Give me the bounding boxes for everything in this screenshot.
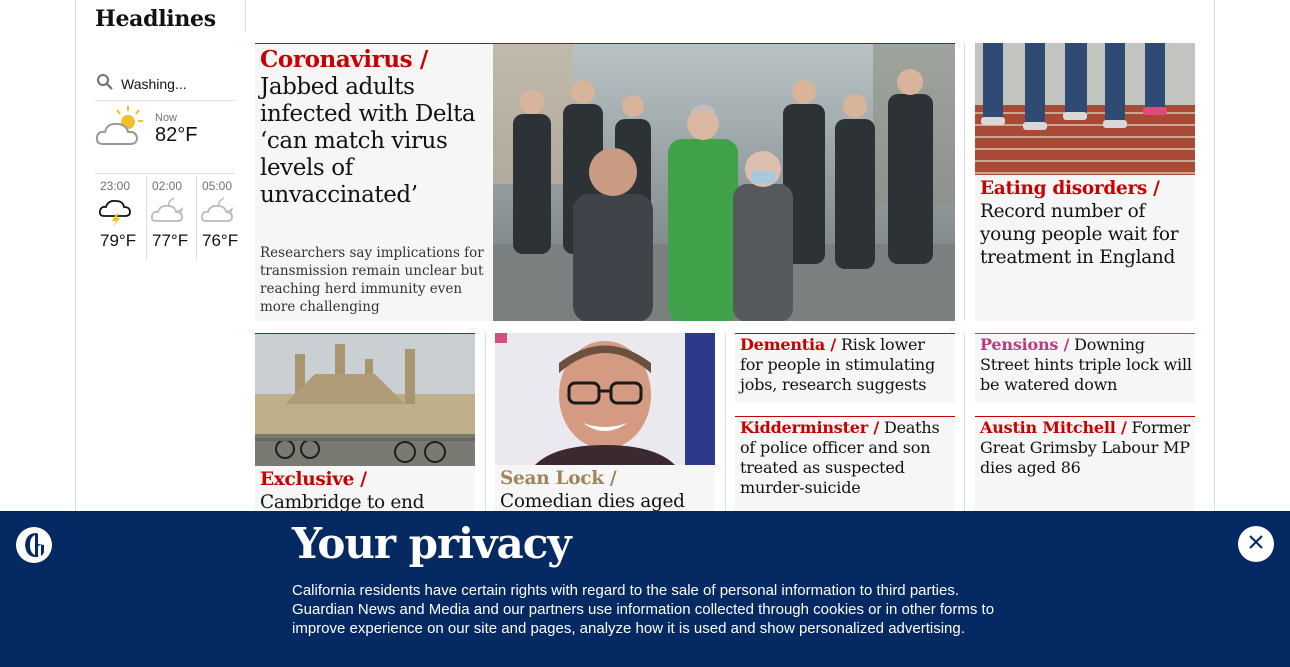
- forecast-time: 05:00: [202, 179, 233, 193]
- forecast-time: 02:00: [152, 179, 183, 193]
- side-story-headline[interactable]: Eating disorders / Record number of youn…: [980, 177, 1192, 269]
- now-label: Now: [155, 112, 178, 124]
- forecast-slot: 02:00 77°F: [146, 176, 196, 260]
- main-story-standfirst: Researchers say implications for transmi…: [260, 245, 484, 315]
- search-icon: [95, 72, 115, 96]
- main-story-kicker: Coronavirus /: [260, 46, 428, 73]
- main-story-headline[interactable]: Coronavirus / Jabbed adults infected wit…: [260, 46, 488, 209]
- main-story-image[interactable]: [493, 44, 955, 321]
- privacy-banner: Your privacy California residents have c…: [0, 511, 1290, 667]
- partly-sunny-icon: [95, 104, 150, 153]
- forecast-temperature: 79°F: [100, 231, 137, 250]
- privacy-body: California residents have certain rights…: [292, 582, 995, 637]
- now-temperature: 82°F: [155, 124, 198, 146]
- story-kicker: Pensions /: [980, 335, 1070, 354]
- moon-cloud-icon: [150, 196, 186, 232]
- close-button[interactable]: [1238, 526, 1274, 562]
- side-story-title: Record number of young people wait for t…: [980, 201, 1179, 268]
- forecast-time: 23:00: [100, 179, 131, 193]
- story-card-dementia[interactable]: Dementia / Risk lower for people in stim…: [735, 333, 955, 403]
- main-story-card[interactable]: Coronavirus / Jabbed adults infected wit…: [255, 43, 955, 321]
- weather-now: Now 82°F: [95, 104, 235, 174]
- side-story-image[interactable]: [975, 43, 1195, 175]
- story-kicker: Sean Lock /: [500, 468, 617, 489]
- forecast-slot: 23:00 79°F: [95, 176, 145, 260]
- story-card-pensions[interactable]: Pensions / Downing Street hints triple l…: [975, 333, 1195, 403]
- story-card-austin-mitchell[interactable]: Austin Mitchell / Former Great Grimsby L…: [975, 416, 1195, 516]
- close-icon: [1248, 534, 1264, 554]
- privacy-title: Your privacy: [292, 519, 572, 568]
- side-story-kicker: Eating disorders /: [980, 178, 1160, 199]
- divider: [964, 333, 965, 513]
- weather-location-search[interactable]: Washing...: [95, 68, 235, 101]
- divider: [485, 333, 486, 513]
- forecast-temperature: 76°F: [202, 231, 239, 250]
- story-kicker: Kidderminster /: [740, 418, 880, 437]
- forecast-temperature: 77°F: [152, 231, 189, 250]
- story-kicker: Exclusive /: [260, 469, 367, 490]
- story-kicker: Austin Mitchell /: [980, 418, 1127, 437]
- forecast-slot: 05:00 76°F: [196, 176, 246, 260]
- story-headline[interactable]: Pensions / Downing Street hints triple l…: [980, 335, 1192, 395]
- thunder-cloud-icon: [98, 196, 134, 232]
- side-story-card[interactable]: Eating disorders / Record number of youn…: [975, 43, 1195, 321]
- divider: [964, 43, 965, 321]
- story-image[interactable]: [255, 334, 475, 466]
- story-image[interactable]: [495, 333, 715, 465]
- story-card-cambridge[interactable]: Exclusive / Cambridge to end teacher tra…: [255, 333, 475, 523]
- moon-cloud-icon: [200, 196, 236, 232]
- divider: [245, 0, 246, 32]
- section-title: Headlines: [95, 6, 216, 32]
- main-story-title: Jabbed adults infected with Delta ‘can m…: [260, 74, 476, 208]
- guardian-logo-icon: [16, 527, 52, 567]
- weather-location: Washing...: [121, 76, 187, 92]
- story-headline[interactable]: Dementia / Risk lower for people in stim…: [740, 335, 952, 395]
- story-card-kidderminster[interactable]: Kidderminster / Deaths of police officer…: [735, 416, 955, 516]
- story-headline[interactable]: Kidderminster / Deaths of police officer…: [740, 418, 952, 498]
- story-kicker: Dementia /: [740, 335, 837, 354]
- story-headline[interactable]: Austin Mitchell / Former Great Grimsby L…: [980, 418, 1192, 478]
- story-card-sean-lock[interactable]: Sean Lock / Comedian dies aged 58: [495, 333, 715, 523]
- divider: [725, 333, 726, 513]
